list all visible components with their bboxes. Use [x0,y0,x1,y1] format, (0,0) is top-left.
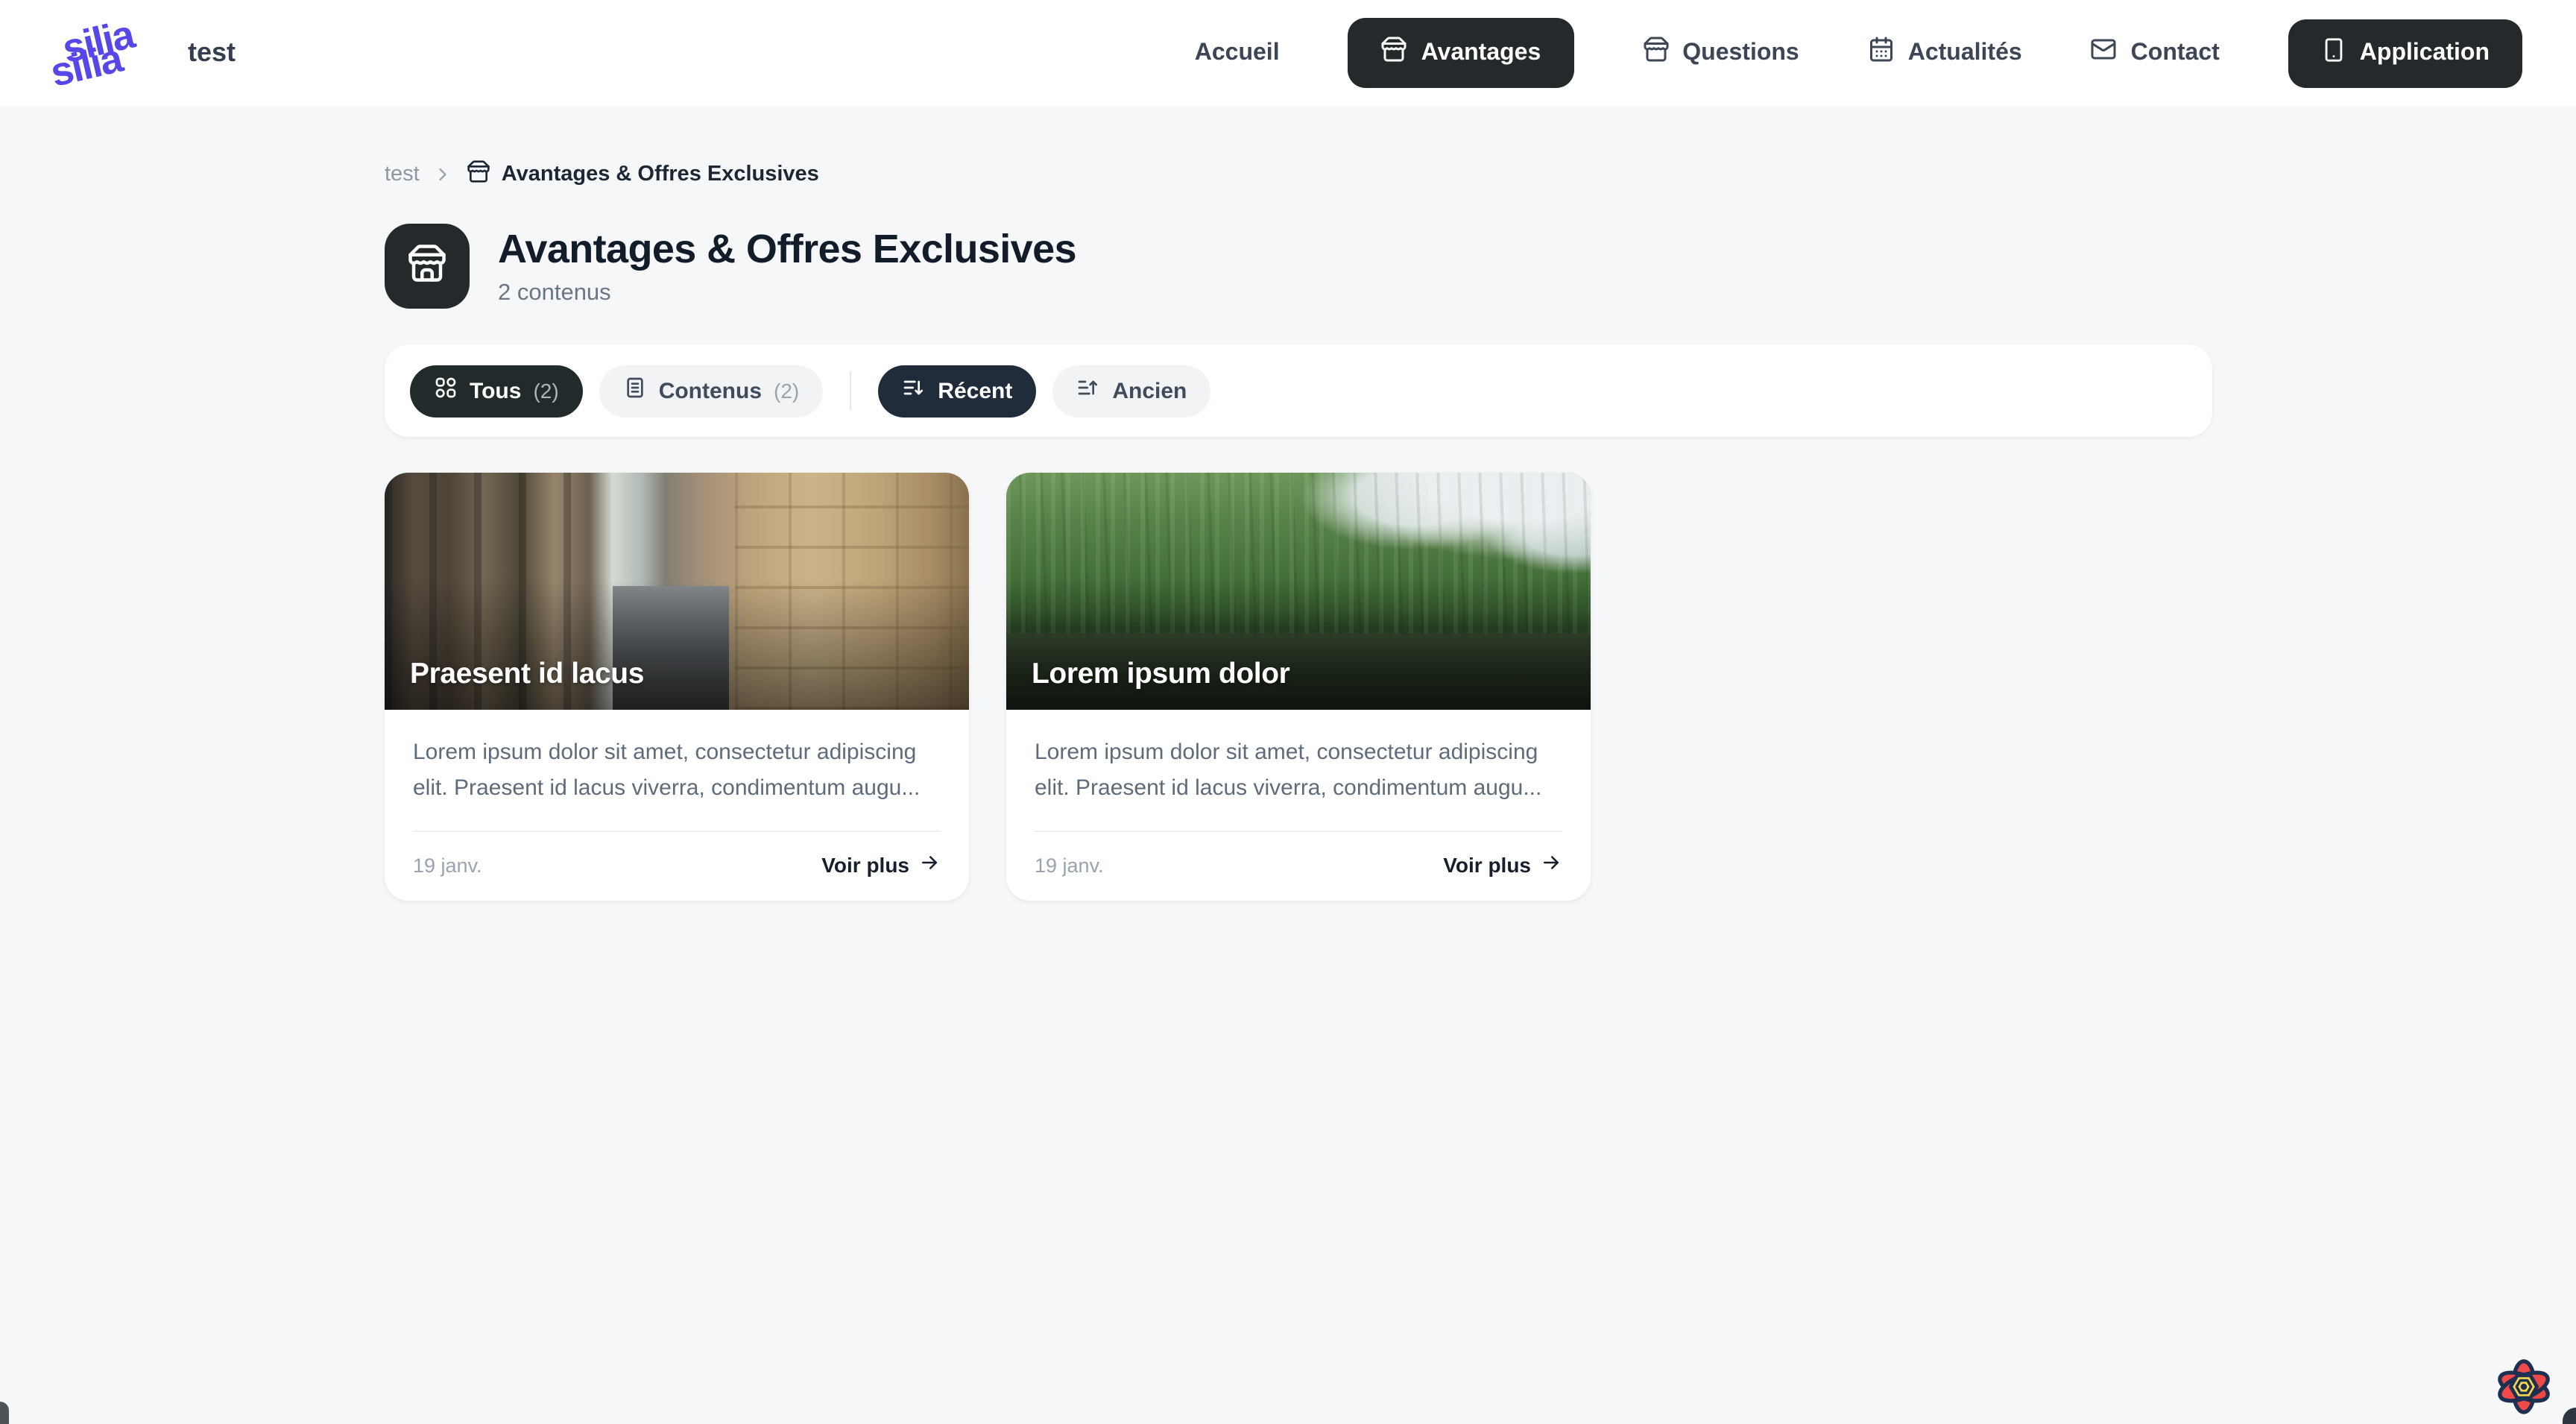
application-button-label: Application [2360,40,2490,66]
nav-item-contact[interactable]: Contact [2091,36,2220,70]
filter-count: (2) [774,379,799,403]
card-title: Lorem ipsum dolor [1032,658,1289,692]
store-icon [407,242,447,290]
content-card[interactable]: Praesent id lacus Lorem ipsum dolor sit … [385,473,969,901]
application-button[interactable]: Application [2288,19,2522,87]
document-icon [623,376,647,406]
card-cover-image: Lorem ipsum dolor [1006,473,1591,710]
filter-label: Contenus [659,378,762,403]
voir-plus-link[interactable]: Voir plus [1443,851,1562,878]
smartphone-icon [2321,37,2346,69]
grid-icon [434,376,458,406]
card-body: Lorem ipsum dolor sit amet, consectetur … [1006,710,1591,901]
navbar-menu: Accueil Avantages Questions Actualités C… [1195,18,2522,88]
arrow-right-icon [1540,851,1562,878]
breadcrumb: test Avantages & Offres Exclusives [385,160,2212,189]
nav-item-accueil[interactable]: Accueil [1195,40,1280,66]
content-grid: Praesent id lacus Lorem ipsum dolor sit … [385,473,2212,901]
filter-toolbar: Tous (2) Contenus (2) Récent Ancien [385,344,2212,437]
voir-plus-link[interactable]: Voir plus [821,851,941,878]
tanstack-query-atom-icon[interactable] [2491,1354,2557,1420]
nav-item-actualites[interactable]: Actualités [1868,36,2022,70]
nav-item-label: Questions [1682,40,1799,66]
sort-label: Ancien [1112,378,1187,403]
voir-plus-label: Voir plus [821,853,909,877]
nav-item-label: Accueil [1195,40,1280,66]
content-card[interactable]: Lorem ipsum dolor Lorem ipsum dolor sit … [1006,473,1591,901]
nav-item-label: Avantages [1421,40,1541,66]
voir-plus-label: Voir plus [1443,853,1531,877]
breadcrumb-current: Avantages & Offres Exclusives [467,160,819,189]
nav-item-label: Contact [2131,40,2220,66]
card-divider [1035,831,1562,832]
breadcrumb-current-label: Avantages & Offres Exclusives [502,163,819,186]
silia-logo[interactable]: silia silia [51,17,149,89]
devtools-corner-handle[interactable] [0,1402,9,1424]
page-subtitle: 2 contenus [498,280,1076,306]
top-navbar: silia silia test Accueil Avantages Quest… [0,0,2576,106]
filter-label: Tous [470,378,521,403]
card-divider [413,831,941,832]
card-footer: 19 janv. Voir plus [413,851,941,878]
card-cover-image: Praesent id lacus [385,473,969,710]
sort-label: Récent [938,378,1012,403]
mail-icon [2091,36,2118,70]
page: silia silia test Accueil Avantages Quest… [0,0,2576,1424]
nav-item-label: Actualités [1908,40,2022,66]
card-date: 19 janv. [1035,854,1104,876]
chevron-right-icon [433,164,454,185]
page-title: Avantages & Offres Exclusives [498,226,1076,272]
card-date: 19 janv. [413,854,482,876]
store-icon [467,160,491,189]
card-body: Lorem ipsum dolor sit amet, consectetur … [385,710,969,901]
filter-tous-button[interactable]: Tous (2) [410,365,583,417]
sort-asc-icon [1076,376,1100,406]
card-title: Praesent id lacus [410,658,644,692]
toolbar-divider [850,371,851,410]
filter-count: (2) [533,379,558,403]
main-content: test Avantages & Offres Exclusives Avant… [0,160,2576,901]
card-footer: 19 janv. Voir plus [1035,851,1562,878]
card-excerpt: Lorem ipsum dolor sit amet, consectetur … [413,735,941,807]
nav-item-questions[interactable]: Questions [1642,36,1799,70]
card-excerpt: Lorem ipsum dolor sit amet, consectetur … [1035,735,1562,807]
store-icon [1381,36,1408,70]
page-header: Avantages & Offres Exclusives 2 contenus [385,224,2212,309]
store-icon [1642,36,1669,70]
section-icon-tile [385,224,470,309]
sort-recent-button[interactable]: Récent [878,365,1036,417]
navbar-brand: silia silia test [51,17,236,89]
nav-item-avantages[interactable]: Avantages [1348,18,1574,88]
arrow-right-icon [918,851,941,878]
workspace-name: test [188,37,236,69]
sort-desc-icon [902,376,926,406]
breadcrumb-root-link[interactable]: test [385,163,420,186]
sort-ancien-button[interactable]: Ancien [1052,365,1210,417]
calendar-icon [1868,36,1895,70]
filter-contenus-button[interactable]: Contenus (2) [599,365,824,417]
devtools-corner-handle[interactable] [2563,1408,2576,1424]
